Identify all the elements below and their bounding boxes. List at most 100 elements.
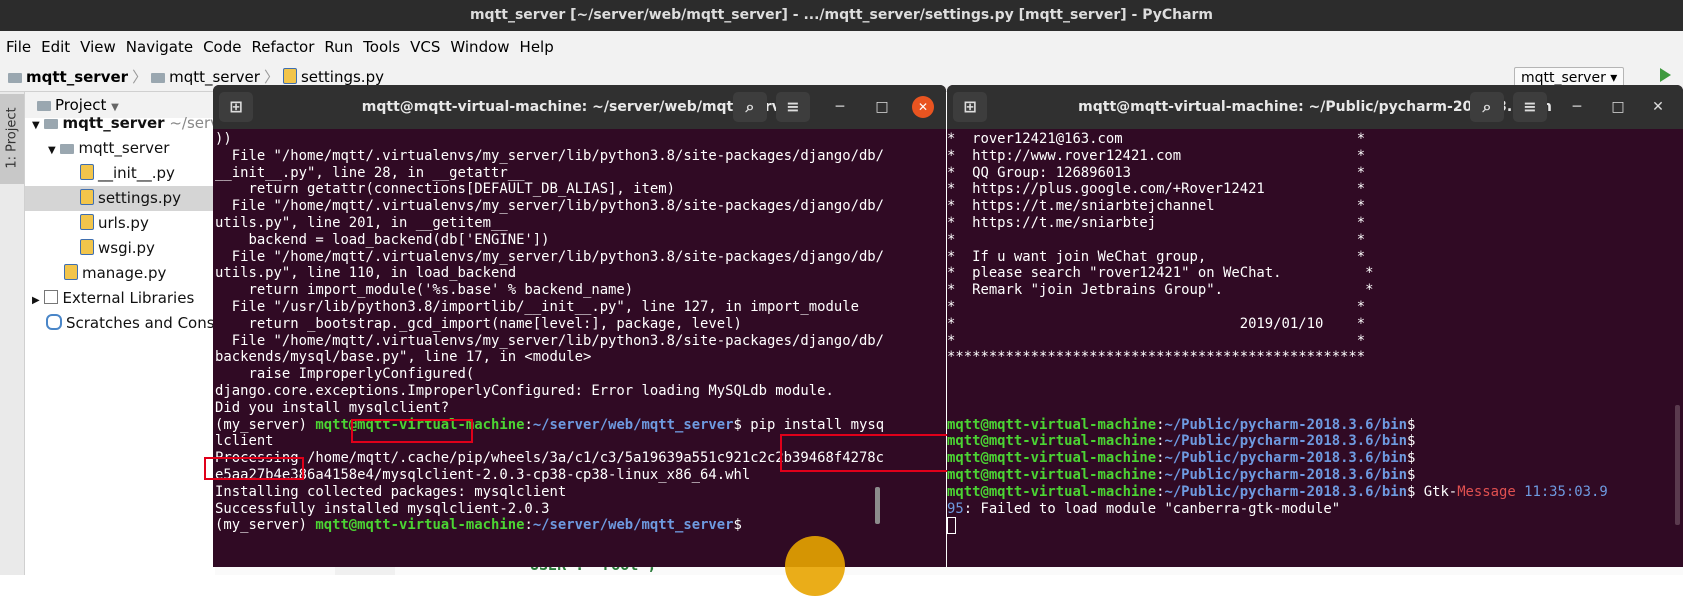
menu-edit[interactable]: Edit bbox=[36, 31, 75, 63]
prompt-line: mqtt@mqtt-virtual-machine:~/Public/pycha… bbox=[947, 416, 1416, 433]
breadcrumb-item[interactable]: mqtt_server bbox=[0, 63, 128, 91]
maximize-icon[interactable]: □ bbox=[1608, 97, 1628, 117]
terminal-line: File "/home/mqtt/.virtualenvs/my_server/… bbox=[215, 147, 885, 164]
tree-file-urls[interactable]: urls.py bbox=[80, 211, 149, 236]
terminal-line: )) bbox=[215, 131, 232, 147]
python-file-icon bbox=[80, 239, 94, 255]
prompt-env: (my_server) bbox=[215, 517, 316, 534]
command-text: pip install mysq bbox=[741, 416, 885, 433]
tree-file-settings[interactable]: settings.py bbox=[80, 186, 181, 211]
menu-icon[interactable]: ≡ bbox=[1513, 92, 1547, 122]
folder-icon bbox=[8, 73, 22, 83]
terminal-2-scrollbar[interactable] bbox=[1675, 405, 1680, 525]
library-icon bbox=[44, 290, 59, 304]
close-icon[interactable]: ✕ bbox=[1648, 97, 1668, 117]
terminal-window-2[interactable]: mqtt@mqtt-virtual-machine: ~/Public/pych… bbox=[947, 85, 1683, 567]
menu-refactor[interactable]: Refactor bbox=[246, 31, 319, 63]
terminal-line: return import_module('%s.base' % backend… bbox=[215, 282, 634, 299]
prompt-line: (my_server) mqtt@mqtt-virtual-machine:~/… bbox=[215, 517, 742, 534]
search-icon[interactable]: ⌕ bbox=[1470, 92, 1504, 122]
folder-icon bbox=[37, 101, 51, 111]
terminal-line: * http://www.rover12421.com * bbox=[947, 147, 1366, 164]
search-icon[interactable]: ⌕ bbox=[733, 92, 767, 122]
terminal-line: 95: Failed to load module "canberra-gtk-… bbox=[947, 500, 1341, 517]
tree-file-init[interactable]: __init__.py bbox=[80, 161, 175, 186]
project-tool-tab-label: 1: Project bbox=[4, 107, 20, 169]
maximize-icon[interactable]: □ bbox=[872, 97, 892, 117]
terminal-line: utils.py", line 201, in __getitem__ bbox=[215, 214, 508, 231]
tree-file-manage[interactable]: manage.py bbox=[64, 261, 166, 286]
minimize-icon[interactable]: ─ bbox=[830, 97, 850, 117]
prompt-line: mqtt@mqtt-virtual-machine:~/Public/pycha… bbox=[947, 466, 1416, 483]
terminal-line: * https://t.me/sniarbtej * bbox=[947, 214, 1366, 231]
prompt-path: ~/server/web/mqtt_server bbox=[532, 416, 734, 433]
terminal-line: ****************************************… bbox=[947, 349, 1366, 366]
menu-help[interactable]: Help bbox=[515, 31, 559, 63]
terminal-line: * 2019/01/10 * bbox=[947, 315, 1366, 332]
prompt-host: mqtt@mqtt-virtual-machine bbox=[315, 517, 525, 534]
menu-view[interactable]: View bbox=[75, 31, 121, 63]
terminal-line: * https://t.me/sniarbtejchannel * bbox=[947, 198, 1366, 215]
python-file-icon bbox=[80, 214, 94, 230]
run-icon[interactable] bbox=[1660, 68, 1671, 82]
terminal-1-header: mqtt@mqtt-virtual-machine: ~/server/web/… bbox=[213, 85, 946, 129]
menu-navigate[interactable]: Navigate bbox=[121, 31, 198, 63]
tree-package[interactable]: ▼ mqtt_server bbox=[48, 136, 169, 161]
minimize-icon[interactable]: ─ bbox=[1567, 97, 1587, 117]
terminal-line: * * bbox=[947, 332, 1366, 349]
menu-window[interactable]: Window bbox=[445, 31, 514, 63]
python-file-icon bbox=[80, 164, 94, 180]
menu-icon[interactable]: ≡ bbox=[776, 92, 810, 122]
prompt-line: (my_server) mqtt@mqtt-virtual-machine:~/… bbox=[215, 416, 885, 433]
terminal-line: File "/home/mqtt/.virtualenvs/my_server/… bbox=[215, 248, 885, 265]
terminal-line: * please search "rover12421" on WeChat. … bbox=[947, 265, 1374, 282]
terminal-line: __init__.py", line 28, in __getattr__ bbox=[215, 164, 525, 181]
terminal-line: Successfully installed mysqlclient-2.0.3 bbox=[215, 500, 550, 517]
terminal-line: * * bbox=[947, 231, 1366, 248]
terminal-line: django.core.exceptions.ImproperlyConfigu… bbox=[215, 382, 834, 399]
menu-code[interactable]: Code bbox=[198, 31, 246, 63]
menu-vcs[interactable]: VCS bbox=[405, 31, 445, 63]
menu-tools[interactable]: Tools bbox=[358, 31, 405, 63]
terminal-1-output[interactable]: )) File "/home/mqtt/.virtualenvs/my_serv… bbox=[215, 131, 946, 567]
highlight-box-mysqlclient bbox=[351, 419, 473, 443]
folder-icon bbox=[151, 73, 166, 83]
terminal-line: File "/home/mqtt/.virtualenvs/my_server/… bbox=[215, 332, 885, 349]
terminal-line: File "/usr/lib/python3.8/importlib/__ini… bbox=[215, 298, 859, 315]
new-tab-icon[interactable]: ⊞ bbox=[953, 92, 987, 122]
menu-run[interactable]: Run bbox=[319, 31, 358, 63]
prompt-line: mqtt@mqtt-virtual-machine:~/Public/pycha… bbox=[947, 483, 1608, 500]
terminal-2-header: mqtt@mqtt-virtual-machine: ~/Public/pych… bbox=[947, 85, 1683, 129]
new-tab-icon[interactable]: ⊞ bbox=[219, 92, 253, 122]
prompt-line: mqtt@mqtt-virtual-machine:~/Public/pycha… bbox=[947, 450, 1416, 467]
terminal-line: backends/mysql/base.py", line 17, in <mo… bbox=[215, 349, 592, 366]
terminal-line: * If u want join WeChat group, * bbox=[947, 248, 1366, 265]
terminal-line: * QQ Group: 126896013 * bbox=[947, 164, 1366, 181]
window-title: mqtt_server [~/server/web/mqtt_server] -… bbox=[469, 7, 1214, 23]
tree-external-libraries[interactable]: ▶ External Libraries bbox=[32, 286, 194, 311]
python-file-icon bbox=[282, 68, 297, 84]
folder-icon bbox=[44, 119, 59, 129]
terminal-line: * rover12421@163.com * bbox=[947, 131, 1366, 147]
terminal-1-scrollbar[interactable] bbox=[875, 487, 880, 524]
terminal-line: Installing collected packages: mysqlclie… bbox=[215, 483, 567, 500]
scratches-icon bbox=[46, 314, 62, 330]
tree-file-wsgi[interactable]: wsgi.py bbox=[80, 236, 155, 261]
terminal-line: raise ImproperlyConfigured( bbox=[215, 366, 475, 383]
prompt-line: mqtt@mqtt-virtual-machine:~/Public/pycha… bbox=[947, 433, 1416, 450]
menu-file[interactable]: File bbox=[0, 31, 36, 63]
highlight-box-pip-command bbox=[780, 434, 956, 472]
terminal-line: backend = load_backend(db['ENGINE']) bbox=[215, 231, 550, 248]
prompt-env: (my_server) bbox=[215, 416, 316, 433]
menu-bar: File Edit View Navigate Code Refactor Run Tools… bbox=[0, 31, 1683, 63]
terminal-line: Did you install mysqlclient? bbox=[215, 399, 450, 416]
terminal-window-1[interactable]: mqtt@mqtt-virtual-machine: ~/server/web/… bbox=[213, 85, 946, 567]
close-icon[interactable]: ✕ bbox=[912, 96, 934, 118]
terminal-line: return _bootstrap._gcd_import(name[level… bbox=[215, 315, 742, 332]
terminal-cursor bbox=[947, 517, 1683, 535]
terminal-line: * Remark "join Jetbrains Group". * bbox=[947, 282, 1374, 299]
highlight-box-lclient bbox=[204, 457, 304, 480]
python-file-icon bbox=[64, 264, 78, 280]
python-file-icon bbox=[80, 189, 94, 205]
terminal-2-output[interactable]: * rover12421@163.com * * http://www.rove… bbox=[947, 131, 1683, 567]
